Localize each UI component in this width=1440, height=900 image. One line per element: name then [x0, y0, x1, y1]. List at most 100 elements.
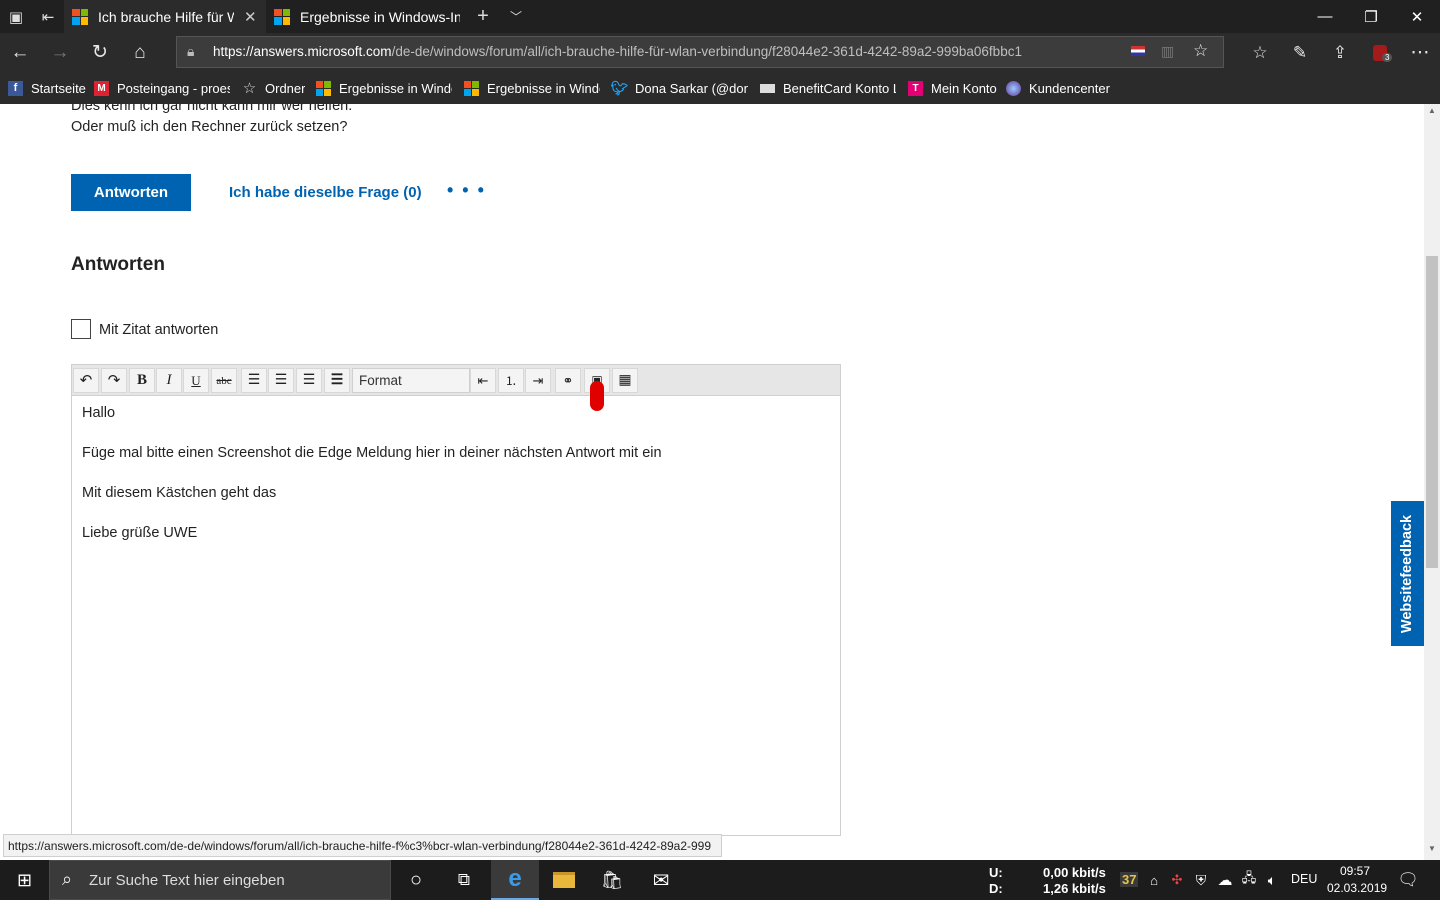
mail-icon: M	[94, 80, 109, 96]
action-center-icon[interactable]: 🗨︎	[1394, 860, 1422, 900]
globe-icon	[1006, 80, 1021, 96]
security-shield-icon[interactable]: ⛨	[1190, 860, 1212, 900]
table-icon[interactable]: ▦	[612, 368, 638, 393]
lock-icon: 🔒︎	[187, 43, 195, 59]
underline-icon[interactable]: U	[183, 368, 209, 393]
align-right-icon[interactable]: ☰	[296, 368, 322, 393]
redo-icon[interactable]: ↷	[101, 368, 127, 393]
same-question-link[interactable]: Ich habe dieselbe Frage (0)	[229, 184, 422, 201]
twitter-icon: 🐦︎	[610, 79, 629, 96]
strikethrough-icon[interactable]: abc	[211, 368, 237, 393]
share-icon[interactable]: ⇪	[1320, 33, 1360, 72]
reply-editor[interactable]: ↶ ↷ B I U abc ☰ ☰ ☰ ☰ Format ⇤ ⒈ ⇥ ⚭ ▣ ▦…	[71, 364, 841, 836]
restore-button[interactable]: ❐	[1348, 0, 1394, 33]
reply-button[interactable]: Antworten	[71, 174, 191, 211]
editor-paragraph: Mit diesem Kästchen geht das	[82, 485, 277, 501]
cortana-icon[interactable]: ○	[392, 860, 440, 900]
usb-icon[interactable]: ⌂	[1144, 860, 1164, 900]
favorite-ergebnisse-2[interactable]: Ergebnisse in Windov	[464, 80, 600, 96]
favorites-hub-icon[interactable]: ☆	[1240, 33, 1280, 72]
task-view-icon[interactable]: ⧉	[440, 860, 488, 900]
favorite-kundencenter[interactable]: Kundencenter	[1006, 80, 1110, 96]
url-path: /de-de/windows/forum/all/ich-brauche-hil…	[391, 44, 1022, 59]
tab-inactive[interactable]: Ergebnisse in Windows-Insi	[266, 0, 466, 33]
close-window-button[interactable]: ✕	[1394, 0, 1440, 33]
link-status-tooltip: https://answers.microsoft.com/de-de/wind…	[3, 834, 722, 857]
favorite-posteingang[interactable]: M Posteingang - proesc	[94, 80, 230, 96]
website-feedback-button[interactable]: Websitefeedback	[1391, 501, 1424, 646]
windows-icon	[464, 80, 479, 96]
clock-date[interactable]: 02.03.2019	[1327, 881, 1387, 895]
edge-taskbar-icon[interactable]: e	[491, 860, 539, 900]
align-center-icon[interactable]: ☰	[268, 368, 294, 393]
bold-icon[interactable]: B	[129, 368, 155, 393]
italic-icon[interactable]: I	[156, 368, 182, 393]
close-tab-icon[interactable]: ✕	[244, 8, 257, 26]
temperature-badge[interactable]: 37	[1120, 872, 1139, 887]
tab-preview-icon[interactable]: ▣	[0, 0, 32, 33]
favorite-benefitcard[interactable]: BenefitCard Konto Lo	[760, 80, 896, 96]
web-note-icon[interactable]: ✎	[1280, 33, 1320, 72]
tab-active[interactable]: Ich brauche Hilfe für WI ✕	[64, 0, 266, 33]
forward-icon[interactable]: →	[40, 33, 80, 72]
address-bar[interactable]: 🔒︎ https://answers.microsoft.com/de-de/w…	[176, 36, 1224, 68]
question-text-line: Dies kenn ich gar nicht kann mir wer hel…	[71, 104, 353, 114]
favorite-startseite[interactable]: f Startseite	[8, 80, 86, 96]
favorites-bar: f Startseite M Posteingang - proesc ☆ Or…	[0, 72, 1440, 104]
title-bar: ▣ ⇤ Ich brauche Hilfe für WI ✕ Ergebniss…	[0, 0, 1440, 33]
volume-icon[interactable]: 🔈︎	[1261, 860, 1283, 900]
microsoft-logo-icon	[72, 8, 88, 25]
file-explorer-icon[interactable]	[540, 860, 588, 900]
mail-app-icon[interactable]: ✉	[637, 860, 685, 900]
onedrive-icon[interactable]: ☁	[1213, 860, 1237, 900]
align-left-icon[interactable]: ☰	[241, 368, 267, 393]
url-host: https://answers.microsoft.com	[213, 44, 392, 59]
favorite-ergebnisse-1[interactable]: Ergebnisse in Windov	[316, 80, 452, 96]
favorite-star-icon[interactable]: ☆	[1193, 41, 1208, 61]
reading-view-icon[interactable]: ▥	[1161, 43, 1174, 60]
editor-toolbar: ↶ ↷ B I U abc ☰ ☰ ☰ ☰ Format ⇤ ⒈ ⇥ ⚭ ▣ ▦	[72, 365, 840, 411]
ublock-extension-icon[interactable]: 3	[1360, 33, 1400, 72]
more-options-icon[interactable]: • • •	[447, 180, 486, 201]
refresh-icon[interactable]: ↻	[80, 33, 120, 72]
editor-paragraph: Füge mal bitte einen Screenshot die Edge…	[82, 445, 662, 461]
quote-checkbox[interactable]	[71, 319, 91, 339]
justify-icon[interactable]: ☰	[324, 368, 350, 393]
outdent-icon[interactable]: ⇤	[470, 368, 496, 393]
minimize-button[interactable]: —	[1302, 0, 1348, 33]
microsoft-logo-icon	[274, 8, 290, 25]
language-flag-icon[interactable]	[1131, 46, 1145, 56]
store-icon[interactable]: 🛍︎	[588, 860, 636, 900]
network-tool-icon[interactable]: ✣	[1166, 860, 1188, 900]
net-download-label: D:	[989, 881, 1003, 896]
page-scrollbar[interactable]: ▲ ▼	[1424, 104, 1440, 860]
clock-time[interactable]: 09:57	[1340, 864, 1370, 878]
editor-body[interactable]: Hallo Füge mal bitte einen Screenshot di…	[82, 405, 662, 565]
home-icon[interactable]: ⌂	[120, 33, 160, 72]
favorite-ordner[interactable]: ☆ Ordner	[242, 80, 306, 97]
question-text-line: Oder muß ich den Rechner zurück setzen?	[71, 119, 348, 135]
input-language[interactable]: DEU	[1291, 872, 1317, 886]
facebook-icon: f	[8, 80, 23, 96]
undo-icon[interactable]: ↶	[73, 368, 99, 393]
chevron-down-icon[interactable]: ﹀	[500, 0, 532, 33]
scroll-up-icon[interactable]: ▲	[1424, 106, 1440, 120]
scroll-down-icon[interactable]: ▼	[1424, 844, 1440, 858]
favorite-mein-konto[interactable]: T Mein Konto	[908, 80, 997, 96]
taskbar-search[interactable]: ⌕ Zur Suche Text hier eingeben	[49, 860, 391, 900]
link-icon[interactable]: ⚭	[555, 368, 581, 393]
windows-start-icon[interactable]: ⊞	[0, 860, 49, 900]
search-icon: ⌕	[62, 869, 73, 889]
numbered-list-icon[interactable]: ⒈	[498, 368, 524, 393]
set-aside-tabs-icon[interactable]: ⇤	[32, 0, 64, 33]
more-menu-icon[interactable]: ⋯	[1400, 33, 1440, 72]
indent-icon[interactable]: ⇥	[525, 368, 551, 393]
net-upload-value: 0,00 kbit/s	[1043, 865, 1106, 880]
format-select[interactable]: Format	[352, 368, 470, 393]
back-icon[interactable]: ←	[0, 33, 40, 72]
star-icon: ☆	[242, 80, 257, 97]
scroll-thumb[interactable]	[1426, 256, 1438, 568]
favorite-dona-sarkar[interactable]: 🐦︎ Dona Sarkar (@dona:	[610, 79, 748, 96]
network-icon[interactable]: 🖧︎	[1238, 860, 1260, 900]
new-tab-icon[interactable]: +	[467, 0, 499, 33]
